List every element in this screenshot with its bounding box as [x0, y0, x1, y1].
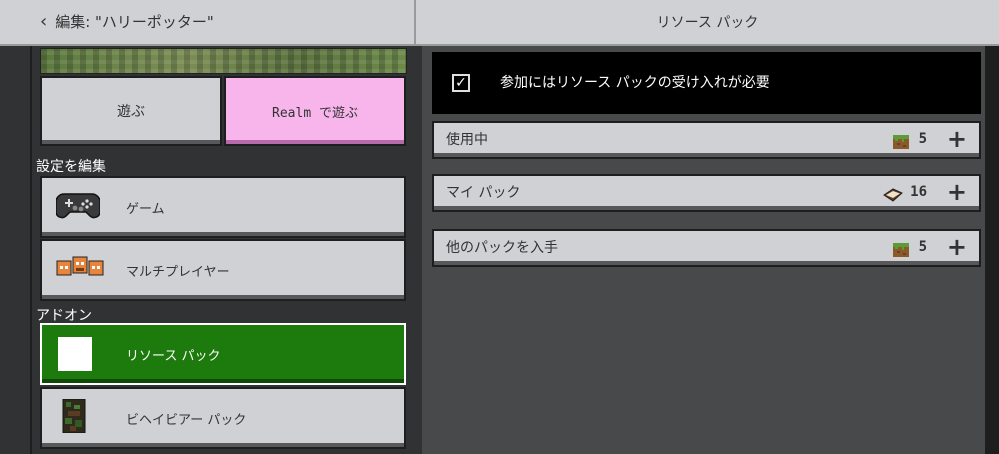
- plus-icon[interactable]: +: [947, 234, 967, 260]
- multiplayer-icon: [56, 255, 104, 285]
- book-icon: [883, 187, 903, 206]
- world-thumbnail: [40, 48, 407, 74]
- resource-pack-icon: [56, 337, 92, 371]
- settings-item-game-label: ゲーム: [126, 201, 165, 217]
- page-title: リソース パック: [656, 15, 759, 31]
- grass-block-icon: [893, 134, 909, 153]
- pack-row-get-more-count: 5: [918, 239, 927, 255]
- back-label: 編集: "ハリーポッター": [55, 12, 214, 31]
- settings-item-game[interactable]: ゲーム: [40, 176, 406, 238]
- pack-row-get-more[interactable]: 他のパックを入手 5 +: [432, 229, 981, 267]
- top-bar: ‹ 編集: "ハリーポッター" リソース パック: [0, 0, 999, 46]
- controller-icon: [55, 190, 101, 224]
- play-button-label: 遊ぶ: [117, 104, 145, 120]
- addon-item-resource-packs[interactable]: リソース パック: [40, 323, 406, 385]
- edit-settings-heading: 設定を編集: [36, 159, 106, 175]
- addon-item-resource-packs-label: リソース パック: [126, 348, 221, 364]
- require-packs-notice: ✓ 参加にはリソース パックの受け入れが必要: [432, 52, 981, 114]
- require-packs-checkbox[interactable]: ✓: [452, 74, 470, 92]
- chevron-left-icon: ‹: [40, 10, 48, 32]
- pack-row-active-label: 使用中: [446, 132, 488, 148]
- left-panel: 遊ぶ Realm で遊ぶ 設定を編集 ゲーム マルチプレイヤー アドオン リソー…: [32, 46, 414, 454]
- pack-row-my-packs-count: 16: [910, 184, 927, 200]
- checkmark-icon: ✓: [455, 75, 467, 91]
- pack-row-my-packs-label: マイ パック: [446, 185, 521, 201]
- addon-item-behavior-packs-label: ビヘイビアー パック: [126, 412, 247, 428]
- play-realm-button[interactable]: Realm で遊ぶ: [224, 76, 406, 146]
- settings-item-multiplayer[interactable]: マルチプレイヤー: [40, 239, 406, 301]
- right-panel: ✓ 参加にはリソース パックの受け入れが必要 使用中 5 + マイ パック 16…: [418, 46, 985, 454]
- addons-heading: アドオン: [36, 308, 92, 324]
- behavior-pack-icon: [56, 398, 92, 437]
- grass-block-icon: [893, 242, 909, 261]
- pack-row-active[interactable]: 使用中 5 +: [432, 121, 981, 159]
- require-packs-label: 参加にはリソース パックの受け入れが必要: [500, 75, 770, 91]
- pack-row-get-more-label: 他のパックを入手: [446, 240, 558, 256]
- plus-icon[interactable]: +: [947, 179, 967, 205]
- play-realm-button-label: Realm で遊ぶ: [272, 105, 358, 121]
- pack-row-my-packs[interactable]: マイ パック 16 +: [432, 174, 981, 212]
- panel-separator: [418, 46, 422, 454]
- settings-item-multiplayer-label: マルチプレイヤー: [126, 264, 230, 280]
- back-button[interactable]: ‹ 編集: "ハリーポッター": [40, 8, 214, 34]
- right-frame: [985, 0, 999, 454]
- addon-item-behavior-packs[interactable]: ビヘイビアー パック: [40, 387, 406, 449]
- play-button[interactable]: 遊ぶ: [40, 76, 222, 146]
- plus-icon[interactable]: +: [947, 126, 967, 152]
- pack-row-active-count: 5: [918, 131, 927, 147]
